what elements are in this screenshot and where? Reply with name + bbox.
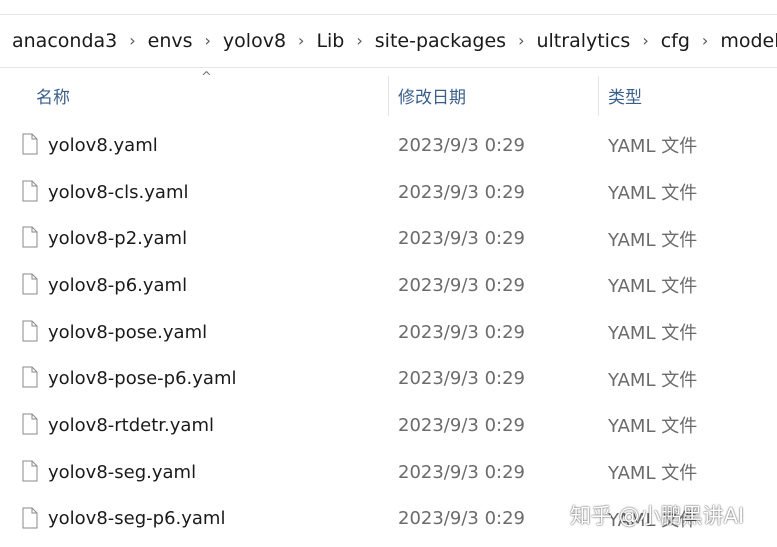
file-icon [22, 460, 38, 482]
file-name[interactable]: yolov8-rtdetr.yaml [48, 415, 214, 436]
file-icon [22, 180, 38, 202]
file-icon [22, 507, 38, 528]
file-date-modified: 2023/9/3 0:29 [398, 461, 525, 483]
file-date-modified: 2023/9/3 0:29 [398, 181, 525, 203]
sort-ascending-icon: ^ [201, 70, 212, 85]
column-header-type[interactable]: 类型 [608, 68, 642, 122]
chevron-right-icon[interactable]: › [346, 31, 372, 50]
column-divider[interactable] [388, 76, 389, 116]
breadcrumb-item[interactable]: site-packages [373, 30, 508, 52]
chevron-right-icon[interactable]: › [195, 31, 221, 50]
breadcrumb-path: anaconda3 › envs › yolov8 › Lib › site-packages ›… [0, 30, 777, 52]
file-icon [22, 320, 38, 342]
chevron-right-icon[interactable]: › [288, 31, 314, 50]
watermark: 知乎 @小鹏黑讲AI [570, 504, 745, 528]
breadcrumb-item[interactable]: envs [146, 30, 195, 52]
file-date-modified: 2023/9/3 0:29 [398, 321, 525, 343]
file-name[interactable]: yolov8-seg.yaml [48, 462, 196, 483]
chevron-right-icon[interactable]: › [119, 31, 145, 50]
file-row[interactable]: yolov8-cls.yaml 2023/9/3 0:29 YAML 文件 [0, 169, 777, 216]
chevron-right-icon[interactable]: › [508, 31, 534, 50]
file-type: YAML 文件 [608, 416, 698, 438]
file-date-modified: 2023/9/3 0:29 [398, 368, 525, 390]
file-type: YAML 文件 [608, 369, 698, 391]
file-name[interactable]: yolov8-seg-p6.yaml [48, 508, 225, 529]
column-divider[interactable] [598, 76, 599, 116]
file-name[interactable]: yolov8-pose-p6.yaml [48, 368, 236, 389]
breadcrumb-item[interactable]: yolov8 [221, 30, 288, 52]
file-date-modified: 2023/9/3 0:29 [398, 508, 525, 530]
file-name[interactable]: yolov8-p6.yaml [48, 275, 187, 296]
file-icon [22, 366, 38, 388]
column-header: ^ 名称 修改日期 类型 [0, 68, 777, 122]
file-list: yolov8.yaml 2023/9/3 0:29 YAML 文件 yolov8-cl… [0, 122, 777, 542]
file-name[interactable]: yolov8-cls.yaml [48, 182, 189, 203]
file-date-modified: 2023/9/3 0:29 [398, 274, 525, 296]
file-name[interactable]: yolov8.yaml [48, 135, 158, 156]
file-date-modified: 2023/9/3 0:29 [398, 414, 525, 436]
column-header-date-modified[interactable]: 修改日期 [398, 68, 466, 122]
file-name[interactable]: yolov8-p2.yaml [48, 228, 187, 249]
file-date-modified: 2023/9/3 0:29 [398, 228, 525, 250]
chevron-right-icon[interactable]: › [632, 31, 658, 50]
file-type: YAML 文件 [608, 229, 698, 251]
chevron-right-icon[interactable]: › [692, 31, 718, 50]
breadcrumb-item[interactable]: models [718, 30, 777, 52]
file-type: YAML 文件 [608, 276, 698, 298]
file-row[interactable]: yolov8-pose-p6.yaml 2023/9/3 0:29 YAML 文件 [0, 355, 777, 402]
file-row[interactable]: yolov8-pose.yaml 2023/9/3 0:29 YAML 文件 [0, 309, 777, 356]
file-type: YAML 文件 [608, 463, 698, 485]
file-icon [22, 133, 38, 155]
file-date-modified: 2023/9/3 0:29 [398, 134, 525, 156]
file-row[interactable]: yolov8-p6.yaml 2023/9/3 0:29 YAML 文件 [0, 262, 777, 309]
file-icon [22, 226, 38, 248]
breadcrumb-item[interactable]: cfg [659, 30, 692, 52]
file-name[interactable]: yolov8-pose.yaml [48, 322, 207, 343]
file-icon [22, 413, 38, 435]
file-type: YAML 文件 [608, 183, 698, 205]
file-type: YAML 文件 [608, 136, 698, 158]
breadcrumb-item[interactable]: ultralytics [534, 30, 632, 52]
breadcrumb-item[interactable]: Lib [314, 30, 346, 52]
breadcrumb-item[interactable]: anaconda3 [10, 30, 119, 52]
file-row[interactable]: yolov8-rtdetr.yaml 2023/9/3 0:29 YAML 文件 [0, 402, 777, 449]
breadcrumb: anaconda3 › envs › yolov8 › Lib › site-packages ›… [0, 14, 777, 68]
file-row[interactable]: yolov8-seg.yaml 2023/9/3 0:29 YAML 文件 [0, 449, 777, 496]
file-row[interactable]: yolov8.yaml 2023/9/3 0:29 YAML 文件 [0, 122, 777, 169]
file-row[interactable]: yolov8-p2.yaml 2023/9/3 0:29 YAML 文件 [0, 215, 777, 262]
column-header-name[interactable]: 名称 [36, 68, 70, 122]
file-type: YAML 文件 [608, 323, 698, 345]
file-icon [22, 273, 38, 295]
